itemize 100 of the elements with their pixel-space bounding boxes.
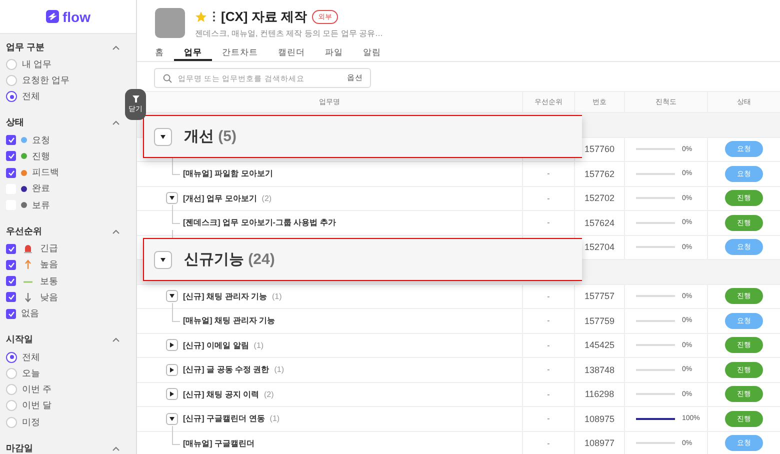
task-name[interactable]: [신규] 채팅 공지 이력 [183,388,259,400]
star-icon[interactable] [195,10,207,22]
expand-toggle[interactable] [166,290,178,302]
checkbox-checked[interactable] [6,151,16,162]
radio-button[interactable] [6,368,17,379]
tab[interactable]: 파일 [315,47,353,61]
radio-button[interactable] [6,416,17,428]
logo-icon [46,10,58,23]
filter-label: 높음 [40,258,58,272]
filter-option[interactable]: 진행 [0,148,50,164]
tab[interactable]: 홈 [145,47,174,61]
caret-down-icon [169,293,175,300]
checkbox-checked[interactable] [6,276,16,286]
priority-value: - [547,218,550,228]
radio-button[interactable] [6,400,17,412]
section-title: 시작일 [6,333,33,346]
caret-icon[interactable] [112,44,120,50]
filter-label: 전체 [22,90,40,104]
caret-down-icon [160,134,166,140]
checkbox-checked[interactable] [6,135,16,146]
subtask-count: (1) [274,365,284,374]
task-name[interactable]: [매뉴얼] 파일함 모아보기 [183,168,273,180]
more-icon[interactable] [212,11,216,22]
filter-option[interactable]: 보류 [0,197,50,214]
priority-value: - [547,390,550,399]
search-icon [163,74,172,82]
checkbox-checked[interactable] [6,308,16,319]
project-description: 젠데스크, 매뉴얼, 컨텐츠 제작 등의 모든 업무 공유… [195,28,384,39]
filter-option[interactable]: 완료 [0,180,50,198]
filter-option[interactable]: 요청 [0,132,50,148]
filter-option[interactable]: 미정 [0,414,40,430]
task-name[interactable]: [신규] 이메일 알림 [183,340,249,351]
expand-toggle[interactable] [166,364,178,376]
check-icon [8,170,14,176]
checkbox-checked[interactable] [6,260,16,270]
task-number: 157757 [584,291,615,302]
task-number: 108977 [584,438,615,448]
group-title: 신규기능 (24) [184,250,275,269]
filter-label: 이번 달 [22,399,52,412]
task-number: 145425 [584,340,615,350]
task-name[interactable]: [신규] 채팅 관리자 기능 [183,290,267,302]
radio-selected[interactable] [6,91,17,102]
filter-option[interactable]: 오늘 [0,365,40,382]
task-name[interactable]: [매뉴얼] 구글캘린더 [183,438,255,449]
filter-label: 피드백 [32,166,59,180]
task-name[interactable]: [매뉴얼] 채팅 관리자 기능 [183,315,275,326]
caret-icon[interactable] [112,446,120,451]
caret-icon[interactable] [112,337,120,342]
subtask-count: (2) [262,194,272,203]
filter-option[interactable]: 전체 [0,88,40,105]
checkbox-checked[interactable] [6,168,16,178]
filter-option[interactable]: 이번 달 [0,398,52,414]
expand-toggle[interactable] [166,388,178,400]
section-title: 업무 구분 [6,40,45,54]
project-title: [CX] 자료 제작 [221,8,307,26]
task-name[interactable]: [개선] 업무 모아보기 [183,192,257,204]
checkbox-checked[interactable] [6,244,16,254]
filter-label: 보류 [32,198,50,212]
radio-button[interactable] [6,384,17,396]
tab[interactable]: 알림 [353,47,391,61]
expand-toggle[interactable] [154,128,172,146]
filter-option[interactable]: 전체 [0,348,40,366]
filter-option[interactable]: 낮음 [0,289,58,306]
priority-value: - [547,169,550,178]
radio-selected[interactable] [6,352,17,362]
filter-option[interactable]: 높음 [0,256,58,273]
task-number: 138748 [584,364,615,375]
tab[interactable]: 업무 [174,47,212,61]
filter-option[interactable]: 이번 주 [0,381,52,398]
filter-option[interactable]: 없음 [0,306,39,322]
filter-option[interactable]: 피드백 [0,164,59,181]
priority-value: - [547,438,550,448]
expand-toggle[interactable] [166,192,178,204]
tab[interactable]: 간트차트 [212,47,268,61]
priority-value: - [547,194,550,203]
filter-option[interactable]: 긴급 [0,240,58,257]
expand-toggle[interactable] [166,412,178,425]
task-number: 116298 [584,389,614,400]
caret-icon[interactable] [112,120,120,126]
filter-label: 진행 [32,150,50,163]
radio-button[interactable] [6,74,17,86]
expand-toggle[interactable] [166,339,178,352]
tab[interactable]: 캘린더 [268,47,315,61]
filter-label: 낮음 [40,290,58,304]
section-title: 마감일 [6,442,33,454]
filter-option[interactable]: 요청한 업무 [0,72,70,89]
progress-bar [636,418,675,420]
filter-icon [132,95,140,103]
filter-option[interactable]: 보통 [0,272,58,290]
filter-label: 요청한 업무 [22,74,70,87]
radio-button[interactable] [6,58,17,70]
task-number: 108975 [584,414,615,424]
filter-option[interactable]: 내 업무 [0,56,52,72]
caret-icon[interactable] [112,228,120,234]
filter-label: 완료 [32,182,50,196]
task-name[interactable]: [신규] 구글캘린더 연동 [183,413,265,424]
task-name[interactable]: [젠데스크] 업무 모아보기-그룹 사용법 추가 [183,217,336,228]
checkbox-checked[interactable] [6,292,16,302]
expand-toggle[interactable] [154,250,172,268]
task-name[interactable]: [신규] 글 공동 수정 권한 [183,364,270,376]
